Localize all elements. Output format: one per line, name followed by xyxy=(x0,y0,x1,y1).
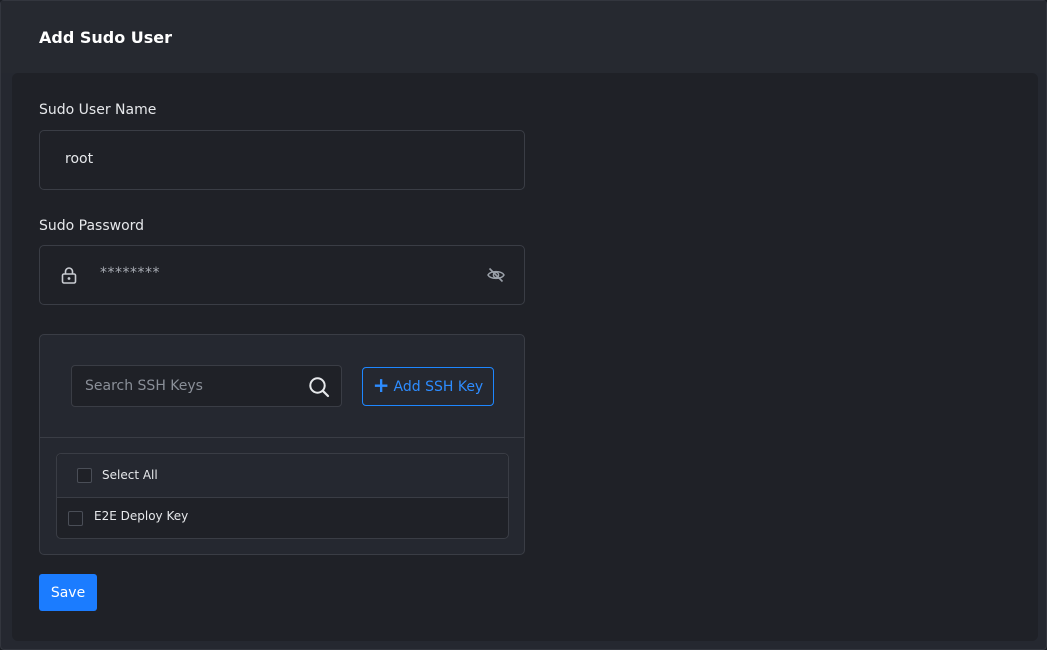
password-label: Sudo Password xyxy=(39,218,145,234)
password-field[interactable]: ******** xyxy=(39,245,525,305)
save-button[interactable]: Save xyxy=(39,574,97,611)
ssh-search-box[interactable] xyxy=(71,365,342,407)
page-title: Add Sudo User xyxy=(39,28,173,47)
search-icon[interactable] xyxy=(308,376,330,398)
ssh-keys-list: Select All E2E Deploy Key xyxy=(56,453,509,539)
ssh-search-input[interactable] xyxy=(73,367,298,405)
select-all-checkbox[interactable] xyxy=(77,468,92,483)
password-value[interactable]: ******** xyxy=(100,265,160,281)
select-all-row: Select All xyxy=(57,454,508,498)
add-sudo-user-card: Add Sudo User Sudo User Name root Sudo P… xyxy=(0,0,1047,650)
add-ssh-key-label: Add SSH Key xyxy=(393,378,484,395)
username-value[interactable]: root xyxy=(65,151,93,167)
username-label: Sudo User Name xyxy=(39,102,157,118)
username-field[interactable]: root xyxy=(39,130,525,190)
add-ssh-key-button[interactable]: + Add SSH Key xyxy=(362,367,494,406)
eye-off-icon[interactable] xyxy=(486,265,506,285)
lock-icon xyxy=(61,267,77,284)
plus-icon: + xyxy=(372,373,390,397)
ssh-key-name: E2E Deploy Key xyxy=(94,509,189,523)
ssh-keys-panel: + Add SSH Key Select All E2E Deploy Key xyxy=(39,334,525,555)
ssh-key-checkbox[interactable] xyxy=(68,511,83,526)
card-header: Add Sudo User xyxy=(1,1,1046,73)
divider xyxy=(40,437,524,438)
select-all-label: Select All xyxy=(102,468,158,482)
